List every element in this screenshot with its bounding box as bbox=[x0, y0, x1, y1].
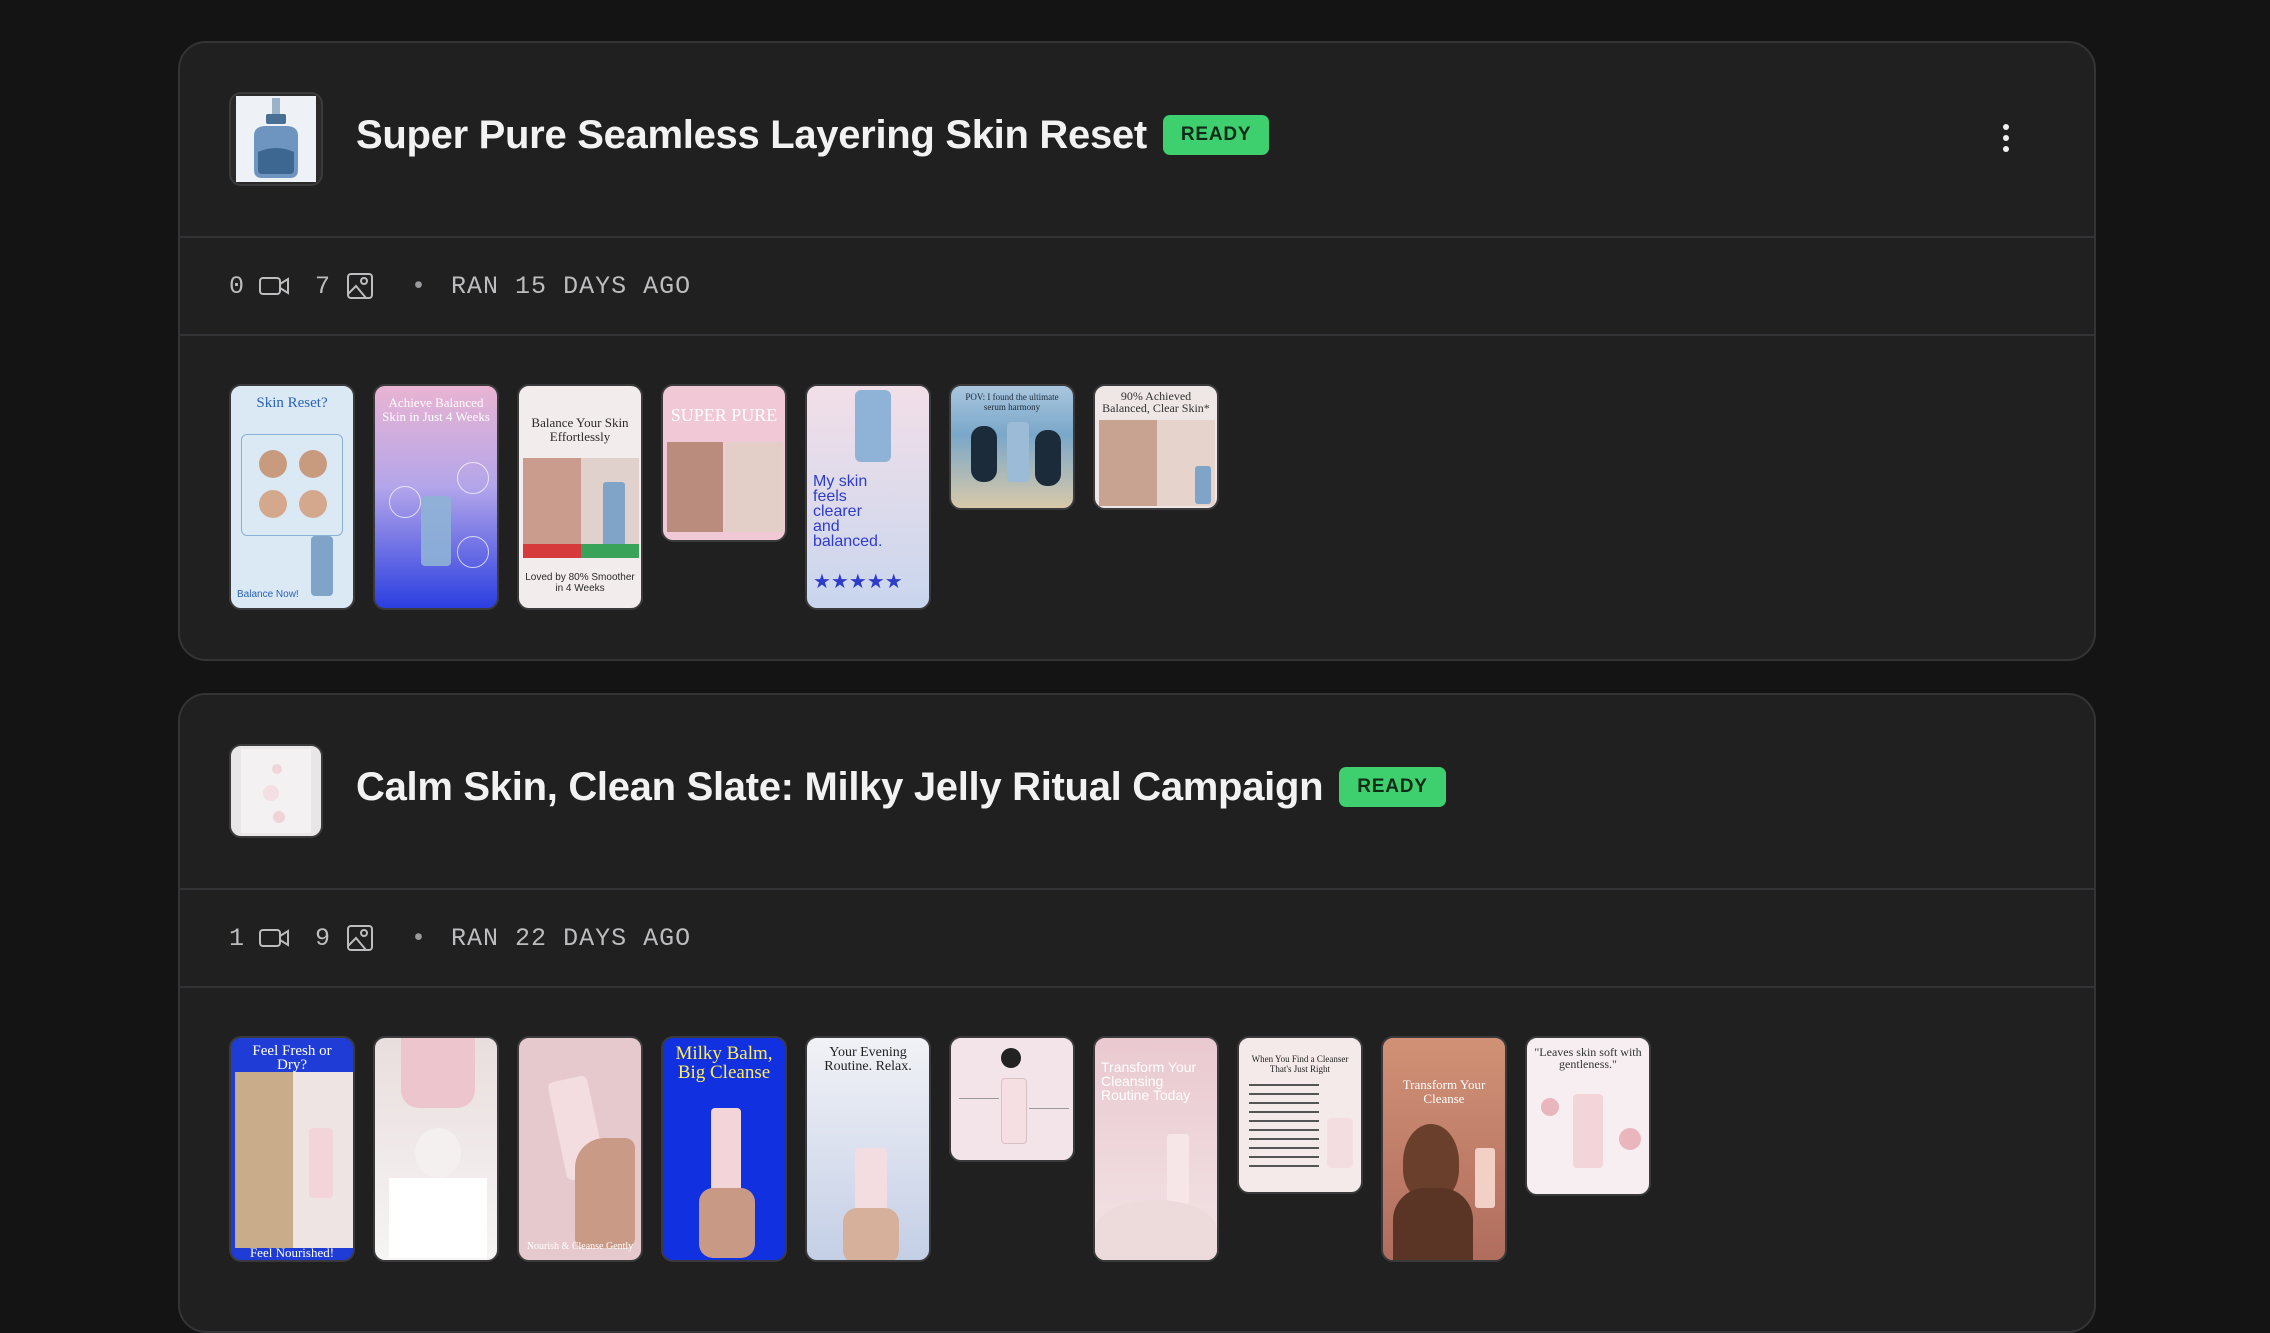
more-options-icon[interactable] bbox=[1994, 109, 2018, 167]
creative-caption: Feel Fresh or Dry? bbox=[252, 1043, 332, 1073]
video-count: 0 bbox=[229, 271, 246, 301]
ran-time: RAN 22 DAYS AGO bbox=[451, 923, 692, 953]
video-count: 1 bbox=[229, 923, 246, 953]
creative-tile[interactable]: My skin feels clearer and balanced. ★★★★… bbox=[805, 384, 931, 610]
campaign-stats: 1 9 • RAN 22 DAYS AGO bbox=[180, 890, 2094, 988]
creative-caption: "Leaves skin soft with gentleness." bbox=[1534, 1045, 1642, 1071]
creative-tile[interactable]: Nourish & Cleanse Gently bbox=[517, 1036, 643, 1262]
status-badge: READY bbox=[1339, 767, 1446, 807]
creative-tile[interactable]: Transform Your Cleanse bbox=[1381, 1036, 1507, 1262]
creative-subcaption: Balance Now! bbox=[237, 589, 299, 600]
status-badge: READY bbox=[1162, 115, 1270, 155]
creative-tile[interactable]: Milky Balm, Big Cleanse bbox=[661, 1036, 787, 1262]
creative-caption: Transform Your Cleanse bbox=[1402, 1077, 1486, 1106]
creative-tile[interactable]: POV: I found the ultimate serum harmony bbox=[949, 384, 1075, 510]
image-count: 7 bbox=[315, 271, 332, 301]
creative-subcaption: Nourish & Cleanse Gently bbox=[526, 1241, 634, 1252]
creative-tile[interactable]: Achieve Balanced Skin in Just 4 Weeks bbox=[373, 384, 499, 610]
campaign-header: Super Pure Seamless Layering Skin Reset … bbox=[180, 43, 2094, 238]
creative-tile[interactable]: Skin Reset? Balance Now! bbox=[229, 384, 355, 610]
creative-caption: Milky Balm, Big Cleanse bbox=[675, 1043, 773, 1083]
creative-subcaption: Loved by 80% Smoother in 4 Weeks bbox=[525, 572, 635, 594]
creative-caption: Transform Your Cleansing Routine Today bbox=[1101, 1059, 1197, 1103]
ran-time: RAN 15 DAYS AGO bbox=[451, 271, 692, 301]
campaign-thumbnail[interactable] bbox=[229, 744, 323, 838]
campaign-card[interactable]: Calm Skin, Clean Slate: Milky Jelly Ritu… bbox=[178, 693, 2096, 1333]
creative-gallery: Feel Fresh or Dry? Feel Nourished! Nouri… bbox=[180, 988, 2094, 1262]
video-icon bbox=[259, 271, 290, 301]
creative-caption: Achieve Balanced Skin in Just 4 Weeks bbox=[382, 395, 490, 424]
campaign-card[interactable]: Super Pure Seamless Layering Skin Reset … bbox=[178, 41, 2096, 661]
creative-tile[interactable] bbox=[949, 1036, 1075, 1162]
campaign-stats: 0 7 • RAN 15 DAYS AGO bbox=[180, 238, 2094, 336]
creative-subcaption: ★★★★★ bbox=[813, 571, 903, 593]
creative-caption: Skin Reset? bbox=[256, 395, 328, 411]
creative-caption: POV: I found the ultimate serum harmony bbox=[965, 392, 1059, 412]
creative-tile[interactable]: Feel Fresh or Dry? Feel Nourished! bbox=[229, 1036, 355, 1262]
campaign-title[interactable]: Calm Skin, Clean Slate: Milky Jelly Ritu… bbox=[356, 749, 1324, 825]
image-icon bbox=[345, 923, 375, 953]
creative-gallery: Skin Reset? Balance Now! Achieve Balance… bbox=[180, 336, 2094, 610]
creative-tile[interactable]: "Leaves skin soft with gentleness." bbox=[1525, 1036, 1651, 1196]
creative-tile[interactable] bbox=[373, 1036, 499, 1262]
creative-tile[interactable]: Balance Your Skin Effortlessly Loved by … bbox=[517, 384, 643, 610]
creative-tile[interactable]: When You Find a Cleanser That's Just Rig… bbox=[1237, 1036, 1363, 1194]
image-count: 9 bbox=[315, 923, 332, 953]
creative-caption: Your Evening Routine. Relax. bbox=[824, 1045, 912, 1074]
separator-dot: • bbox=[411, 923, 428, 953]
creative-caption: SUPER PURE bbox=[670, 405, 778, 425]
campaign-header: Calm Skin, Clean Slate: Milky Jelly Ritu… bbox=[180, 695, 2094, 890]
image-icon bbox=[345, 271, 375, 301]
creative-tile[interactable]: SUPER PURE bbox=[661, 384, 787, 542]
creative-tile[interactable]: Transform Your Cleansing Routine Today bbox=[1093, 1036, 1219, 1262]
creative-caption: My skin feels clearer and balanced. bbox=[813, 473, 883, 550]
creative-tile[interactable]: Your Evening Routine. Relax. bbox=[805, 1036, 931, 1262]
creative-tile[interactable]: 90% Achieved Balanced, Clear Skin* bbox=[1093, 384, 1219, 510]
separator-dot: • bbox=[411, 271, 428, 301]
video-icon bbox=[259, 923, 290, 953]
creative-subcaption: Feel Nourished! bbox=[249, 1245, 335, 1260]
creative-caption: Balance Your Skin Effortlessly bbox=[531, 415, 629, 444]
campaign-title[interactable]: Super Pure Seamless Layering Skin Reset bbox=[356, 97, 1147, 173]
campaign-thumbnail[interactable] bbox=[229, 92, 323, 186]
creative-caption: When You Find a Cleanser That's Just Rig… bbox=[1251, 1054, 1349, 1074]
creative-caption: 90% Achieved Balanced, Clear Skin* bbox=[1102, 389, 1210, 415]
